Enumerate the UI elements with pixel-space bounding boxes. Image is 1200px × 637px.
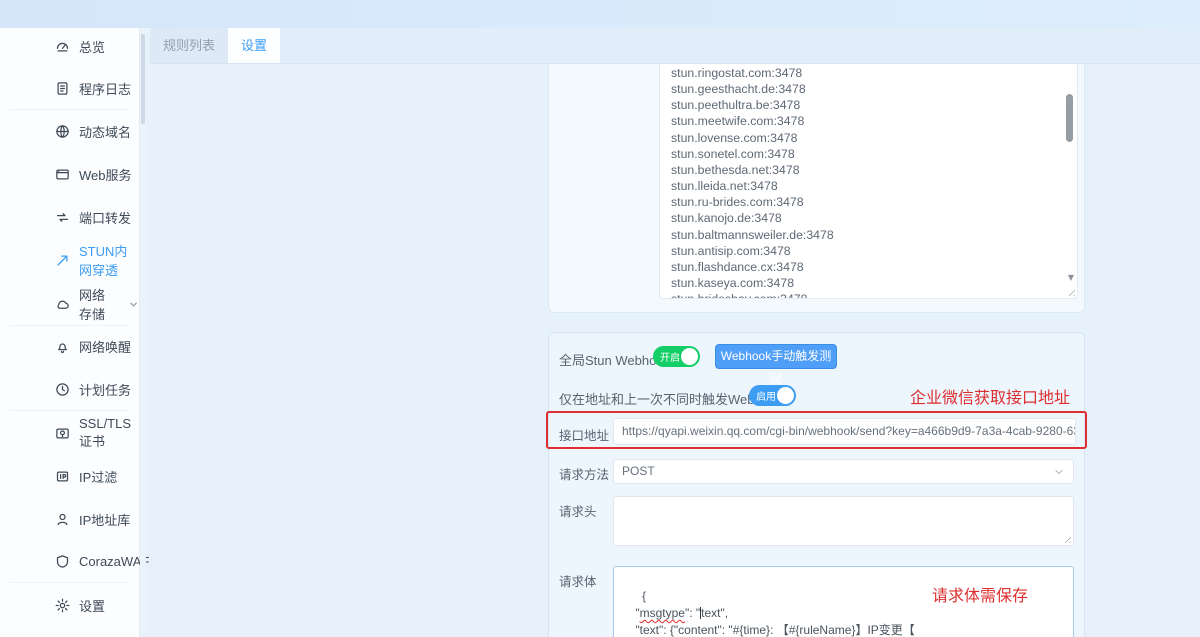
sidebar-item-stun-nat-traversal[interactable]: STUN内网穿透 [0, 239, 139, 281]
sidebar-item-overview[interactable]: 总览 [0, 25, 139, 67]
sidebar-item-wake-on-lan[interactable]: 网络唤醒 [0, 325, 139, 367]
textarea-scrollbar-thumb[interactable] [1066, 94, 1073, 142]
sidebar-divider [10, 582, 130, 583]
sidebar-item-label: Web服务 [79, 167, 132, 183]
sidebar: 总览程序日志动态域名 Web服务端口转发 STUN内网穿透 网络存储网络唤醒计划任务 S… [0, 25, 149, 637]
arrows-cycle-icon [55, 210, 70, 225]
top-band [0, 0, 1200, 29]
gear-icon [55, 598, 70, 613]
global-webhook-toggle[interactable]: 开启 [653, 346, 700, 367]
toggle-knob [777, 387, 794, 404]
sidebar-item-port-forward[interactable]: 端口转发 [0, 196, 139, 238]
app-window: 总览程序日志动态域名 Web服务端口转发 STUN内网穿透 网络存储网络唤醒计划任务 S… [0, 0, 1200, 637]
clock-icon [55, 382, 70, 397]
toggle-knob [681, 348, 698, 365]
sidebar-item-scheduled-tasks[interactable]: 计划任务 [0, 368, 139, 410]
resize-grip-icon[interactable] [1062, 534, 1071, 543]
chevron-down-icon [114, 299, 139, 310]
request-body-label: 请求体 [559, 575, 597, 589]
sidebar-item-ddns[interactable]: 动态域名 [0, 110, 139, 152]
toggle-enable-text: 启用 [756, 392, 776, 403]
sidebar-item-label: CorazaWAF [79, 553, 150, 569]
person-icon [55, 512, 70, 527]
api-url-input[interactable]: https://qyapi.weixin.qq.com/cgi-bin/webh… [613, 418, 1076, 445]
sidebar-item-web-service[interactable]: Web服务 [0, 153, 139, 195]
sidebar-item-coraza-waf[interactable]: CorazaWAF [0, 540, 149, 582]
sidebar-item-label: STUN内网穿透 [79, 244, 128, 278]
scroll-down-arrow-icon[interactable]: ▼ [1068, 274, 1074, 282]
sidebar-item-label: 网络唤醒 [79, 339, 132, 355]
webhook-settings-panel: 全局Stun Webhook 开启 Webhook手动触发测试 仅在地址和上一次… [548, 332, 1085, 637]
webhook-manual-test-button[interactable]: Webhook手动触发测试 [715, 344, 837, 386]
gauge-icon [55, 39, 70, 54]
sidebar-item-app-logs[interactable]: 程序日志 [0, 67, 139, 109]
sidebar-scrollbar-thumb[interactable] [141, 34, 145, 124]
sidebar-item-network-storage[interactable]: 网络存储 [0, 283, 139, 325]
sidebar-item-settings[interactable]: 设置 [0, 584, 139, 626]
sidebar-item-label: 动态域名 [79, 124, 132, 140]
request-method-value: POST [622, 464, 655, 478]
sidebar-item-ssl-tls-cert[interactable]: SSL/TLS证书 [0, 412, 139, 454]
browser-icon [55, 167, 70, 182]
stun-settings-panel: stun.ringostat.com:3478 stun.geesthacht.… [548, 64, 1085, 313]
request-headers-label: 请求头 [559, 505, 597, 519]
trigger-on-change-toggle[interactable]: 启用 [749, 385, 796, 406]
chevron-down-icon [1055, 469, 1063, 475]
request-method-label: 请求方法 [559, 468, 610, 482]
arrow-through-icon [55, 253, 70, 268]
certificate-icon [55, 426, 70, 441]
shield-icon [55, 554, 70, 569]
stun-server-list-textarea[interactable]: stun.ringostat.com:3478 stun.geesthacht.… [659, 64, 1078, 299]
sidebar-item-label: IP过滤 [79, 469, 118, 485]
sidebar-item-label: SSL/TLS证书 [79, 416, 132, 449]
sidebar-item-label: 端口转发 [79, 210, 132, 226]
request-body-textarea[interactable]: { "msgtype": "text", "text": {"content":… [613, 566, 1074, 637]
sidebar-item-label: 网络存储 [79, 288, 106, 322]
sidebar-item-label: 设置 [79, 598, 106, 614]
sidebar-item-label: 程序日志 [79, 81, 132, 97]
log-icon [55, 81, 70, 96]
cloud-icon [55, 297, 70, 312]
sidebar-divider [10, 410, 130, 411]
sidebar-item-label: 总览 [79, 39, 106, 55]
globe-icon [55, 124, 70, 139]
ip-icon [55, 469, 70, 484]
sidebar-item-label: 计划任务 [79, 382, 132, 398]
tab-settings[interactable]: 设置 [228, 28, 280, 63]
sidebar-item-label: IP地址库 [79, 512, 131, 528]
request-headers-textarea[interactable] [613, 496, 1074, 546]
sidebar-item-ip-filter[interactable]: IP过滤 [0, 455, 139, 497]
request-method-select[interactable]: POST [613, 459, 1074, 484]
stun-server-list: stun.ringostat.com:3478 stun.geesthacht.… [671, 66, 834, 298]
sidebar-item-ip-database[interactable]: IP地址库 [0, 498, 139, 540]
tab-bar: 规则列表 设置 [150, 28, 1200, 64]
tab-rule-list[interactable]: 规则列表 [150, 28, 229, 63]
api-url-label: 接口地址 [559, 429, 610, 443]
toggle-on-text: 开启 [660, 353, 680, 364]
bell-icon [55, 339, 70, 354]
request-body-content: { "msgtype": "text", "text": {"content":… [635, 589, 915, 637]
